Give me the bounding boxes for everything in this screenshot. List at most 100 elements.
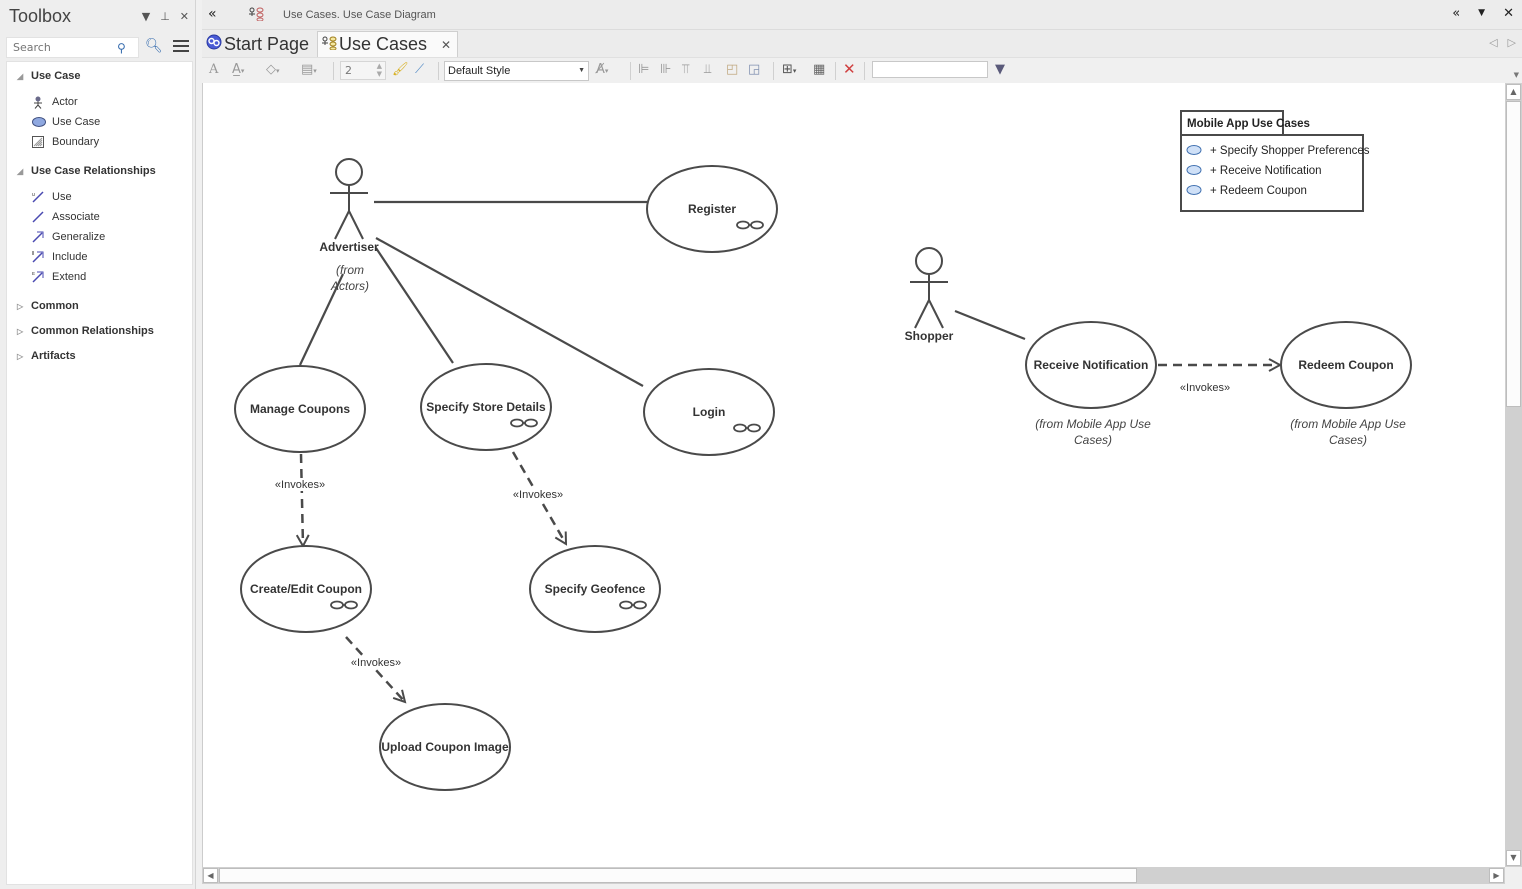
close-icon[interactable]: ✕ xyxy=(180,10,189,23)
use-case-label: Upload Coupon Image xyxy=(381,740,509,754)
horizontal-scroll-thumb[interactable] xyxy=(219,868,1137,883)
association-line[interactable] xyxy=(375,237,644,387)
use-case-store[interactable]: Specify Store Details xyxy=(420,363,552,451)
actor-name: Advertiser xyxy=(319,240,379,254)
group-common[interactable]: ▷ Common xyxy=(17,300,79,312)
use-case-login[interactable]: Login xyxy=(643,368,775,456)
align-bottom-icon[interactable]: ⫫ xyxy=(704,62,711,77)
use-case-redeem[interactable]: Redeem Coupon (from Mobile App Use Cases) xyxy=(1280,321,1412,447)
find-toolbox-button[interactable]: 🔍︎ xyxy=(145,38,163,54)
toolbar-overflow-icon[interactable]: ▼ xyxy=(1514,71,1519,79)
tab-scroll-left-icon[interactable]: ◁ xyxy=(1489,36,1497,49)
send-to-back-icon[interactable]: ◲ xyxy=(748,62,760,77)
toolbox-search-input[interactable] xyxy=(7,40,117,55)
toolbox-item-use[interactable]: u Use xyxy=(32,191,72,203)
package-name: Mobile App Use Cases xyxy=(1187,118,1310,130)
close-tab-icon[interactable]: ✕ xyxy=(441,38,451,52)
use-case-diagram-icon xyxy=(321,34,337,55)
invokes-dependency[interactable]: «Invokes» xyxy=(270,453,330,546)
toolbox-item-boundary[interactable]: Boundary xyxy=(32,136,99,148)
use-case-manage[interactable]: Manage Coupons xyxy=(234,365,366,453)
diagram-caption-bar: « Use Cases. Use Case Diagram « ▼ ✕ xyxy=(202,0,1522,30)
text-style-icon[interactable]: A̸▾ xyxy=(596,62,608,77)
use-case-register[interactable]: Register xyxy=(646,165,778,253)
from-package-note: Cases) xyxy=(1074,433,1112,447)
toolbox-item-extend[interactable]: E Extend xyxy=(32,271,86,283)
scroll-right-icon[interactable]: ▶ xyxy=(1489,868,1504,883)
invokes-dependency[interactable]: «Invokes» xyxy=(508,451,568,544)
tab-scroll-right-icon[interactable]: ▷ xyxy=(1508,36,1516,49)
horizontal-scrollbar[interactable]: ◀ ▶ xyxy=(202,867,1505,884)
expand-icon[interactable]: « xyxy=(1452,6,1460,21)
filter-icon[interactable]: ▼ xyxy=(995,62,1005,77)
vertical-scroll-thumb[interactable] xyxy=(1506,101,1521,407)
font-color-icon[interactable]: A̲▾ xyxy=(232,62,244,77)
package-mobile-app-use-cases[interactable]: Mobile App Use Cases + Specify Shopper P… xyxy=(1180,110,1370,212)
toolbox-dropdown-icon[interactable]: ▼ xyxy=(142,10,150,23)
use-case-label: Receive Notification xyxy=(1034,358,1149,372)
align-top-icon[interactable]: ⫪ xyxy=(682,62,689,77)
align-left-icon[interactable]: ⊫ xyxy=(638,62,649,77)
invokes-dependency[interactable]: «Invokes» xyxy=(1158,365,1280,394)
apply-appearance-icon[interactable]: 🖌︎ xyxy=(392,62,409,77)
group-use-case[interactable]: ◢ Use Case xyxy=(17,70,81,82)
stereotype-label: «Invokes» xyxy=(275,479,325,491)
fill-color-icon[interactable]: ◇▾ xyxy=(266,62,280,77)
bring-to-front-icon[interactable]: ◰ xyxy=(726,62,738,77)
diagram-properties-icon[interactable]: ▦ xyxy=(813,62,825,77)
font-icon[interactable]: A xyxy=(209,62,218,77)
start-page-icon xyxy=(206,34,222,55)
align-right-icon[interactable]: ⊪ xyxy=(660,62,671,77)
actor-shopper[interactable]: Shopper xyxy=(905,247,954,343)
collapse-toolbox-icon[interactable]: « xyxy=(208,6,217,22)
window-dropdown-icon[interactable]: ▼ xyxy=(1478,6,1485,21)
tab-use-cases[interactable]: Use Cases ✕ xyxy=(317,31,459,57)
actor-advertiser[interactable]: Advertiser (from Actors) xyxy=(319,158,379,293)
layout-icon[interactable]: ⊞▾ xyxy=(782,62,796,77)
toolbox-search[interactable]: ⚲ xyxy=(6,37,139,58)
line-color-icon[interactable]: ▤▾ xyxy=(301,62,317,77)
find-input[interactable] xyxy=(872,61,988,78)
association-line[interactable] xyxy=(375,247,454,364)
get-appearance-icon[interactable]: ⟋ xyxy=(415,62,424,77)
svg-text:u: u xyxy=(32,192,35,198)
pin-icon[interactable]: ⊥ xyxy=(160,10,170,23)
use-case-geofence[interactable]: Specify Geofence xyxy=(529,545,661,633)
diagram-toolbar: A A̲▾ ◇▾ ▤▾ 2 ▲ ▼ 🖌︎ ⟋ Default Style ▼ A̸▾ … xyxy=(202,57,1522,83)
toolbox-item-include[interactable]: Include xyxy=(32,251,87,263)
use-case-label: Specify Store Details xyxy=(426,400,546,414)
use-case-upload[interactable]: Upload Coupon Image xyxy=(379,703,511,791)
delete-icon[interactable]: ✕ xyxy=(843,60,856,78)
scroll-down-icon[interactable]: ▼ xyxy=(1506,850,1521,866)
group-common-relationships[interactable]: ▷ Common Relationships xyxy=(17,325,154,337)
use-case-create[interactable]: Create/Edit Coupon xyxy=(240,545,372,633)
search-icon[interactable]: ⚲ xyxy=(117,41,126,55)
toolbox-item-use-case[interactable]: Use Case xyxy=(32,116,100,128)
scroll-up-icon[interactable]: ▲ xyxy=(1506,84,1521,100)
close-window-icon[interactable]: ✕ xyxy=(1503,6,1514,21)
use-case-diagram[interactable]: «Invokes» «Invokes» «Invokes» «Invokes» Reg… xyxy=(203,83,1506,867)
svg-text:+ Receive Notification: + Receive Notification xyxy=(1210,165,1322,177)
scroll-left-icon[interactable]: ◀ xyxy=(203,868,218,883)
hamburger-menu-icon[interactable] xyxy=(173,40,189,55)
toolbox-item-associate[interactable]: Associate xyxy=(32,211,100,223)
svg-text:E: E xyxy=(32,271,35,276)
toolbox-panel: Toolbox ▼ ⊥ ✕ ⚲ 🔍︎ ◢ Use Case Actor Use … xyxy=(0,0,196,889)
toolbox-item-generalize[interactable]: Generalize xyxy=(32,231,105,243)
vertical-scrollbar[interactable]: ▲ ▼ xyxy=(1505,83,1522,867)
group-artifacts[interactable]: ▷ Artifacts xyxy=(17,350,76,362)
package-member[interactable]: + Specify Shopper Preferences xyxy=(1186,145,1370,157)
association-line[interactable] xyxy=(954,309,1026,341)
dependency-line xyxy=(345,636,405,702)
style-select[interactable]: Default Style ▼ xyxy=(444,61,589,81)
diagram-canvas[interactable]: «Invokes» «Invokes» «Invokes» «Invokes» Reg… xyxy=(202,83,1505,867)
use-relationship-icon: u xyxy=(32,191,44,203)
use-case-receive[interactable]: Receive Notification (from Mobile App Use… xyxy=(1025,321,1157,447)
invokes-dependency[interactable]: «Invokes» xyxy=(345,636,406,702)
line-width-spinner[interactable]: 2 ▲ ▼ xyxy=(340,61,386,80)
from-package-note: (from Mobile App Use xyxy=(1290,417,1406,431)
group-use-case-relationships[interactable]: ◢ Use Case Relationships xyxy=(17,165,156,177)
svg-text:+ Redeem Coupon: + Redeem Coupon xyxy=(1210,185,1307,197)
toolbox-item-actor[interactable]: Actor xyxy=(32,96,78,109)
tab-start-page[interactable]: Start Page xyxy=(206,31,309,57)
